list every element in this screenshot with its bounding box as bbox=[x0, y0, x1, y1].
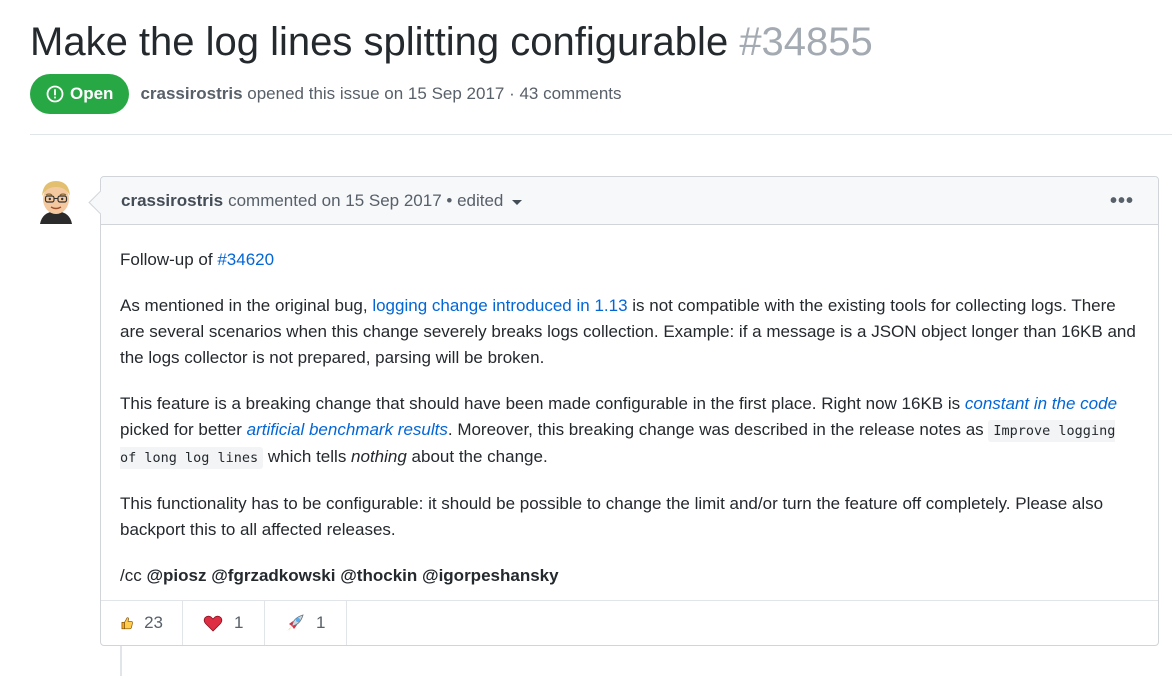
reaction-heart-button[interactable]: 1 bbox=[183, 601, 265, 645]
comment-author-link[interactable]: crassirostris bbox=[121, 191, 223, 211]
paragraph-request: This functionality has to be configurabl… bbox=[120, 494, 1104, 539]
comment-meta[interactable]: commented on 15 Sep 2017 • edited bbox=[228, 191, 503, 211]
paragraph-breaking-change: This feature is a breaking change that s… bbox=[120, 391, 1139, 471]
header-divider bbox=[30, 134, 1172, 135]
context-text-prefix: As mentioned in the original bug, bbox=[120, 296, 373, 315]
thumbs-up-icon bbox=[121, 617, 133, 630]
constant-in-code-link[interactable]: constant in the code bbox=[965, 394, 1117, 413]
paragraph-cc: /cc @piosz @fgrzadkowski @thockin @igorp… bbox=[120, 563, 1139, 589]
benchmark-results-link[interactable]: artificial benchmark results bbox=[247, 420, 448, 439]
breaking-text-b: picked for better bbox=[120, 420, 247, 439]
cc-prefix: /cc bbox=[120, 566, 147, 585]
breaking-text-e: about the change. bbox=[406, 447, 548, 466]
state-label: Open bbox=[70, 84, 114, 103]
followup-issue-link[interactable]: #34620 bbox=[217, 250, 274, 269]
comment-body: Follow-up of #34620 As mentioned in the … bbox=[101, 225, 1158, 589]
reaction-count: 1 bbox=[234, 613, 244, 632]
mention-link[interactable]: @fgrzadkowski bbox=[211, 566, 335, 585]
issue-title-text: Make the log lines splitting configurabl… bbox=[30, 20, 729, 64]
issue-author-link[interactable]: crassirostris bbox=[140, 84, 242, 103]
mention-link[interactable]: @thockin bbox=[340, 566, 417, 585]
heart-icon bbox=[203, 615, 223, 632]
issue-title: Make the log lines splitting configurabl… bbox=[30, 16, 873, 68]
breaking-text-c: . Moreover, this breaking change was des… bbox=[447, 420, 989, 439]
benchmark-results-label: artificial benchmark results bbox=[246, 420, 448, 439]
reaction-count: 23 bbox=[144, 613, 163, 632]
avatar-image bbox=[32, 176, 80, 224]
opened-by-text: crassirostris opened this issue on 15 Se… bbox=[140, 84, 621, 104]
issue-meta: Open crassirostris opened this issue on … bbox=[30, 74, 622, 114]
reactions-bar: 23 1 1 bbox=[101, 600, 1158, 645]
paragraph-context: As mentioned in the original bug, loggin… bbox=[120, 293, 1139, 371]
state-badge: Open bbox=[30, 74, 130, 114]
logging-change-link[interactable]: logging change introduced in 1.13 bbox=[372, 296, 627, 315]
kebab-horizontal-icon[interactable]: ••• bbox=[1110, 191, 1134, 211]
mention-link[interactable]: @igorpeshansky bbox=[422, 566, 559, 585]
reaction-thumbs-up-button[interactable]: 23 bbox=[101, 601, 183, 645]
avatar[interactable] bbox=[32, 176, 80, 224]
timeline-line bbox=[120, 646, 122, 676]
nothing-emphasis: nothing bbox=[351, 447, 407, 466]
comment-header: crassirostris commented on 15 Sep 2017 •… bbox=[101, 177, 1158, 225]
issue-number: #34855 bbox=[739, 20, 873, 64]
breaking-text-a: This feature is a breaking change that s… bbox=[120, 394, 965, 413]
constant-in-code-label: constant in the code bbox=[964, 394, 1118, 413]
paragraph-followup: Follow-up of #34620 bbox=[120, 247, 1139, 273]
issue-opened-icon bbox=[46, 85, 64, 103]
reaction-rocket-button[interactable]: 1 bbox=[265, 601, 347, 645]
reaction-count: 1 bbox=[316, 613, 326, 632]
followup-text: Follow-up of bbox=[120, 250, 218, 269]
rocket-icon bbox=[287, 614, 304, 632]
issue-comment: crassirostris commented on 15 Sep 2017 •… bbox=[100, 176, 1159, 646]
opened-meta: opened this issue on 15 Sep 2017 · 43 co… bbox=[247, 84, 622, 103]
chevron-down-icon[interactable] bbox=[512, 199, 523, 205]
breaking-text-d: which tells bbox=[263, 447, 352, 466]
mention-link[interactable]: @piosz bbox=[146, 566, 206, 585]
